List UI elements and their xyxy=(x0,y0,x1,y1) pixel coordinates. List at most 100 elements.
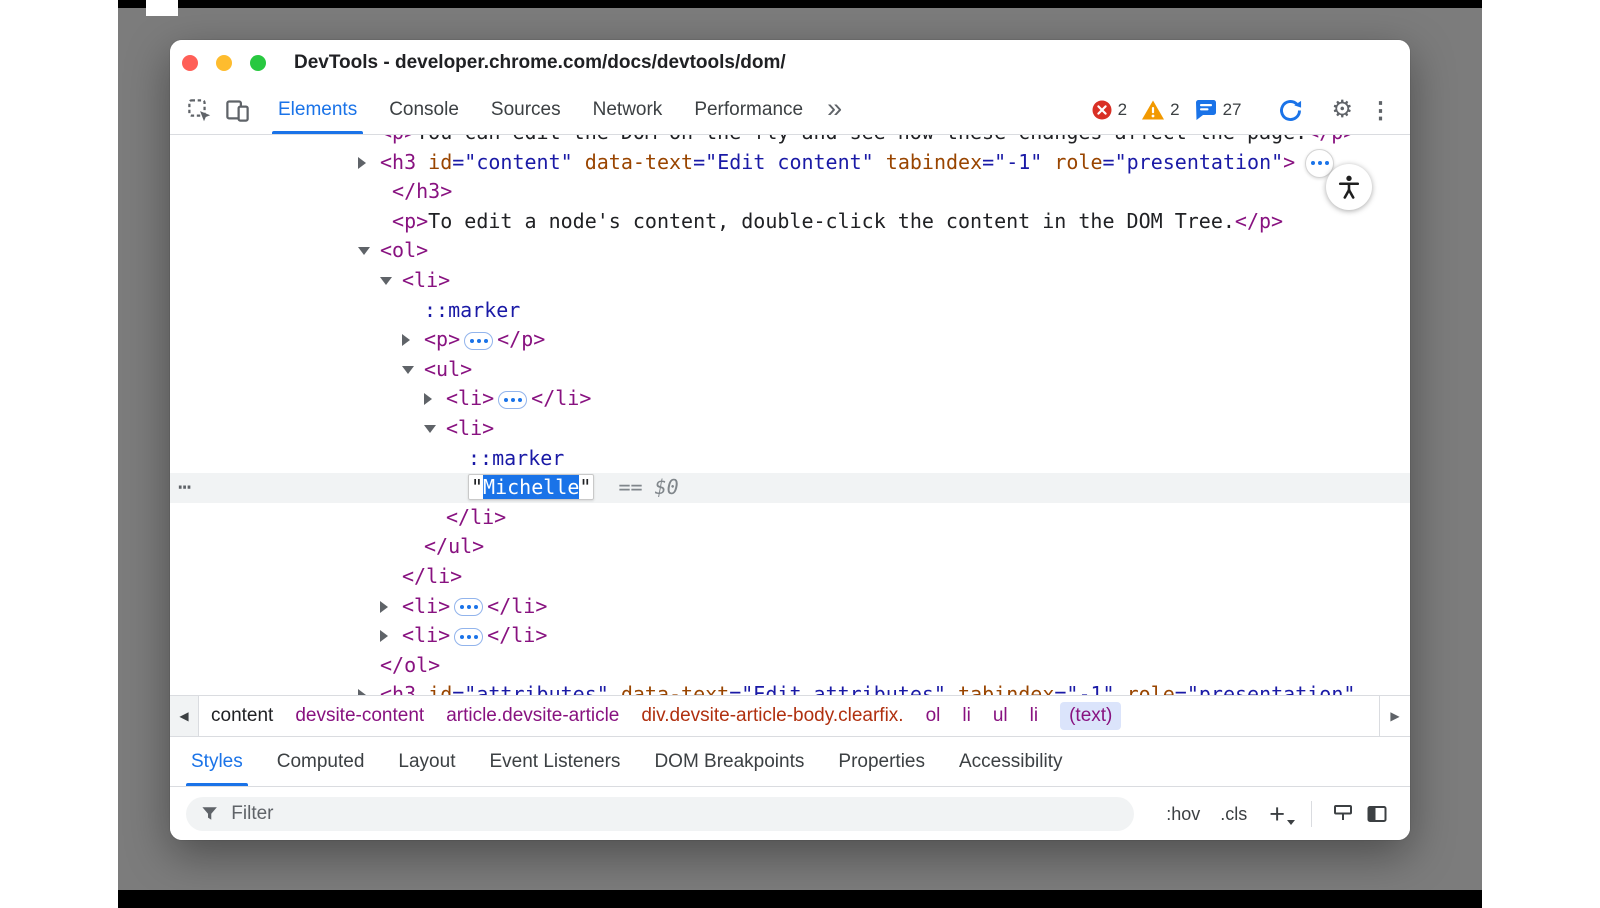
minimize-button[interactable] xyxy=(216,55,232,71)
breadcrumb-li[interactable]: li xyxy=(1030,705,1038,727)
code-tag: > xyxy=(1283,150,1295,174)
plus-icon: + xyxy=(1269,799,1285,829)
collapse-arrow-icon[interactable] xyxy=(424,425,436,433)
code-tag: <li> xyxy=(402,594,450,618)
expand-arrow-icon[interactable] xyxy=(402,334,410,346)
breadcrumb-scroll-right-icon[interactable]: ▶ xyxy=(1379,696,1410,736)
accessibility-floating-button[interactable] xyxy=(1326,164,1372,210)
expand-ellipsis-button[interactable] xyxy=(498,391,527,409)
sidebar-tab-computed[interactable]: Computed xyxy=(260,737,382,786)
dom-node-line[interactable]: <li></li> xyxy=(170,621,1410,651)
collapse-arrow-icon[interactable] xyxy=(402,366,414,374)
breadcrumb-text[interactable]: (text) xyxy=(1060,702,1121,730)
settings-gear-icon[interactable]: ⚙ xyxy=(1331,98,1353,122)
toggle-element-state-button[interactable]: :hov xyxy=(1166,804,1200,825)
device-toolbar-icon[interactable] xyxy=(218,92,256,128)
dom-node-line[interactable]: </li> xyxy=(170,562,1410,592)
sync-icon[interactable] xyxy=(1271,92,1309,128)
expand-ellipsis-button[interactable] xyxy=(454,628,483,646)
code-tag: <li> xyxy=(402,623,450,647)
dom-node-line[interactable]: <li> </li> xyxy=(170,592,1410,622)
tab-elements[interactable]: Elements xyxy=(262,86,373,134)
more-options-menu-icon[interactable]: ⋮ xyxy=(1369,99,1392,122)
console-errors-button[interactable]: 2 xyxy=(1091,99,1127,121)
code-marker: ::marker xyxy=(468,446,564,470)
rendering-emulations-icon[interactable] xyxy=(1326,797,1360,831)
code-val: ="presentation" xyxy=(1103,150,1284,174)
expand-arrow-icon[interactable] xyxy=(424,393,432,405)
code-marker: ::marker xyxy=(424,298,520,322)
new-style-rule-button[interactable]: + xyxy=(1269,801,1285,828)
sidebar-tab-layout[interactable]: Layout xyxy=(381,737,472,786)
text-edit-box[interactable]: "Michelle" xyxy=(468,474,594,500)
tab-performance[interactable]: Performance xyxy=(678,86,819,134)
dom-node-line[interactable]: </li> xyxy=(170,503,1410,533)
expand-ellipsis-button[interactable] xyxy=(454,598,483,616)
window-title: DevTools - developer.chrome.com/docs/dev… xyxy=(294,52,786,74)
code-tag: </li> xyxy=(487,594,547,618)
issues-button[interactable]: 27 xyxy=(1194,99,1242,122)
console-warnings-button[interactable]: 2 xyxy=(1141,99,1179,121)
issues-bubble-icon xyxy=(1194,99,1218,122)
node-menu-ellipsis-icon[interactable]: ⋯ xyxy=(178,473,191,503)
expand-arrow-icon[interactable] xyxy=(380,601,388,613)
panel-tab-strip: ElementsConsoleSourcesNetworkPerformance xyxy=(262,86,819,134)
dom-node-line[interactable]: <h3 id="attributes" data-text="Edit attr… xyxy=(170,680,1410,695)
dom-node-line[interactable]: <li></li> xyxy=(170,384,1410,414)
dom-node-line[interactable]: ::marker xyxy=(170,444,1410,474)
breadcrumb-article-devsite-article[interactable]: article.devsite-article xyxy=(446,705,619,727)
code-text: " xyxy=(579,475,591,499)
dom-node-line[interactable]: <li> xyxy=(170,414,1410,444)
dom-node-line[interactable]: ::marker xyxy=(170,296,1410,326)
dom-node-line[interactable]: <h3 id="content" data-text="Edit content… xyxy=(170,148,1410,178)
breadcrumb-scroll-left-icon[interactable]: ◀ xyxy=(170,696,199,736)
style-filter-field[interactable] xyxy=(186,797,1134,831)
tab-console[interactable]: Console xyxy=(373,86,475,134)
expand-arrow-icon[interactable] xyxy=(358,157,366,169)
collapse-arrow-icon[interactable] xyxy=(358,247,370,255)
more-tabs-icon[interactable]: » xyxy=(827,95,842,122)
dom-node-line[interactable]: <ul> xyxy=(170,355,1410,385)
expand-ellipsis-button[interactable] xyxy=(464,332,493,350)
dom-node-line[interactable]: <li> xyxy=(170,266,1410,296)
expand-arrow-icon[interactable] xyxy=(380,630,388,642)
dom-node-line[interactable]: <ol> xyxy=(170,236,1410,266)
breadcrumb-ul[interactable]: ul xyxy=(993,705,1008,727)
dom-node-line[interactable]: </ul> xyxy=(170,532,1410,562)
expand-arrow-icon[interactable] xyxy=(358,689,366,695)
filter-input[interactable] xyxy=(229,802,1120,826)
warning-count: 2 xyxy=(1170,100,1179,120)
tab-sources[interactable]: Sources xyxy=(475,86,577,134)
code-val: ="-1" xyxy=(1054,682,1114,695)
code-tag: </li> xyxy=(446,505,506,529)
sidebar-tab-dom-breakpoints[interactable]: DOM Breakpoints xyxy=(637,737,821,786)
code-attr: data-text xyxy=(573,150,693,174)
breadcrumb-div-devsite-article-body-clearfix[interactable]: div.devsite-article-body.clearfix. xyxy=(641,705,903,727)
dom-tree[interactable]: <p>You can edit the DOM on the fly and s… xyxy=(170,135,1410,695)
code-val: ="-1" xyxy=(982,150,1042,174)
show-sidebar-panel-icon[interactable] xyxy=(1360,797,1394,831)
breadcrumb-li[interactable]: li xyxy=(962,705,970,727)
breadcrumb-content[interactable]: content xyxy=(211,705,273,727)
collapse-arrow-icon[interactable] xyxy=(380,277,392,285)
code-tag: </p> xyxy=(497,327,545,351)
zoom-button[interactable] xyxy=(250,55,266,71)
dom-node-line[interactable]: <p>You can edit the DOM on the fly and s… xyxy=(170,135,1410,148)
dom-node-selected-text[interactable]: ⋯"Michelle" == $0 xyxy=(170,473,1410,503)
sidebar-tab-accessibility[interactable]: Accessibility xyxy=(942,737,1079,786)
code-tag: <p> xyxy=(380,135,416,144)
element-classes-button[interactable]: .cls xyxy=(1220,804,1247,825)
code-tag: <p> xyxy=(424,327,460,351)
dom-node-line[interactable]: <p> </p> xyxy=(170,325,1410,355)
sidebar-tab-event-listeners[interactable]: Event Listeners xyxy=(472,737,637,786)
tab-network[interactable]: Network xyxy=(577,86,679,134)
dom-node-line[interactable]: <p>To edit a node's content, double-clic… xyxy=(170,207,1410,237)
dom-node-line[interactable]: </ol> xyxy=(170,651,1410,681)
sidebar-tab-styles[interactable]: Styles xyxy=(174,737,260,786)
breadcrumb-ol[interactable]: ol xyxy=(926,705,941,727)
inspect-element-icon[interactable] xyxy=(180,92,218,128)
breadcrumb-devsite-content[interactable]: devsite-content xyxy=(295,705,424,727)
dom-node-line[interactable]: </h3> xyxy=(170,177,1410,207)
sidebar-tab-properties[interactable]: Properties xyxy=(821,737,942,786)
close-button[interactable] xyxy=(182,55,198,71)
